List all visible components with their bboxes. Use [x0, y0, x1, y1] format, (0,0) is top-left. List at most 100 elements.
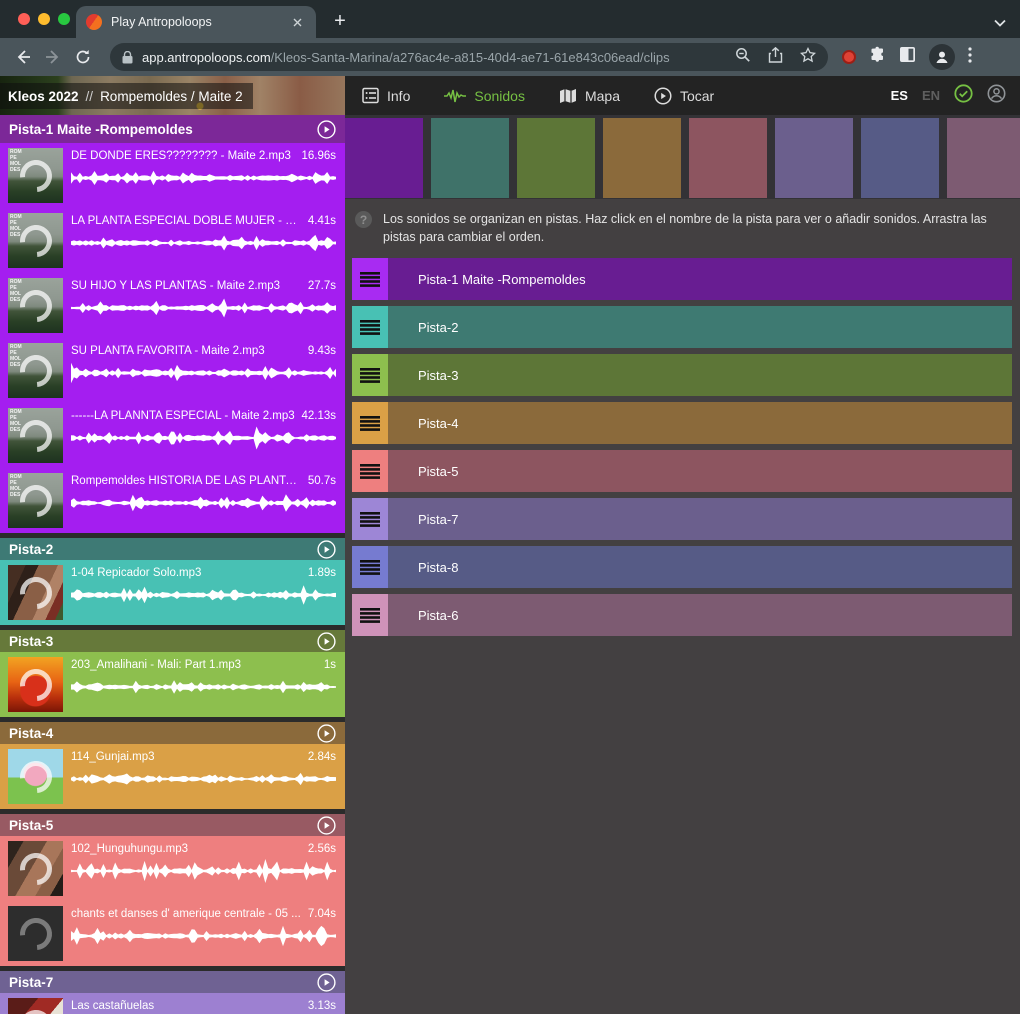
- bookmark-star-icon[interactable]: [800, 47, 816, 68]
- track-drag-handle[interactable]: [352, 594, 388, 636]
- track-drag-handle[interactable]: [352, 450, 388, 492]
- track-row-bar[interactable]: Pista-3: [388, 354, 1012, 396]
- url-bar[interactable]: app.antropoloops.com/Kleos-Santa-Marina/…: [110, 43, 828, 71]
- clip-thumbnail[interactable]: ROM PE MOL DES: [8, 343, 63, 398]
- clip-waveform[interactable]: [71, 674, 336, 700]
- track-play-button[interactable]: [317, 816, 336, 835]
- minimize-window-button[interactable]: [38, 13, 50, 25]
- tab-close-icon[interactable]: [289, 14, 306, 31]
- lang-es-button[interactable]: ES: [891, 88, 908, 103]
- clip-thumbnail[interactable]: [8, 749, 63, 804]
- clip-thumbnail[interactable]: [8, 841, 63, 896]
- clip-thumbnail[interactable]: [8, 906, 63, 961]
- clip-waveform[interactable]: [71, 858, 336, 884]
- clip-waveform[interactable]: [71, 582, 336, 608]
- track-row[interactable]: Pista-5: [352, 450, 1012, 492]
- browser-profile-avatar[interactable]: [929, 44, 955, 70]
- clip-item[interactable]: ROM PE MOL DESSU HIJO Y LAS PLANTAS - Ma…: [0, 273, 345, 338]
- lock-icon[interactable]: [122, 51, 133, 64]
- track-play-button[interactable]: [317, 632, 336, 651]
- track-header[interactable]: Pista-5: [0, 814, 345, 836]
- clip-waveform[interactable]: [71, 165, 336, 191]
- browser-tab[interactable]: Play Antropoloops: [76, 6, 316, 38]
- clip-thumbnail[interactable]: ROM PE MOL DES: [8, 148, 63, 203]
- lang-en-button[interactable]: EN: [922, 88, 940, 103]
- clip-item[interactable]: ROM PE MOL DESSU PLANTA FAVORITA - Maite…: [0, 338, 345, 403]
- clip-thumbnail[interactable]: [8, 998, 63, 1014]
- breadcrumb[interactable]: Kleos 2022 // Rompemoldes / Maite 2: [0, 83, 253, 109]
- clip-waveform[interactable]: [71, 230, 336, 256]
- clip-thumbnail[interactable]: [8, 657, 63, 712]
- extensions-puzzle-icon[interactable]: [869, 46, 886, 68]
- track-header[interactable]: Pista-2: [0, 538, 345, 560]
- clip-item[interactable]: 203_Amalihani - Mali: Part 1.mp31s: [0, 652, 345, 717]
- clip-item[interactable]: ROM PE MOL DESLA PLANTA ESPECIAL DOBLE M…: [0, 208, 345, 273]
- clip-item[interactable]: chants et danses d' amerique centrale - …: [0, 901, 345, 966]
- track-drag-handle[interactable]: [352, 354, 388, 396]
- forward-button[interactable]: [38, 42, 68, 72]
- close-window-button[interactable]: [18, 13, 30, 25]
- track-row-bar[interactable]: Pista-7: [388, 498, 1012, 540]
- track-row-bar[interactable]: Pista-4: [388, 402, 1012, 444]
- clip-waveform[interactable]: [71, 923, 336, 949]
- clip-thumbnail[interactable]: ROM PE MOL DES: [8, 213, 63, 268]
- sync-check-icon[interactable]: [954, 84, 973, 108]
- account-icon[interactable]: [987, 84, 1006, 108]
- track-row[interactable]: Pista-3: [352, 354, 1012, 396]
- track-header[interactable]: Pista-7: [0, 971, 345, 993]
- track-row-bar[interactable]: Pista-5: [388, 450, 1012, 492]
- clip-waveform[interactable]: [71, 425, 336, 451]
- track-row-bar[interactable]: Pista-8: [388, 546, 1012, 588]
- side-panel-icon[interactable]: [899, 46, 916, 68]
- breadcrumb-project[interactable]: Kleos 2022: [8, 89, 79, 104]
- clip-item[interactable]: ROM PE MOL DES------LA PLANNTA ESPECIAL …: [0, 403, 345, 468]
- track-play-button[interactable]: [317, 973, 336, 992]
- record-extension-icon[interactable]: [842, 50, 856, 64]
- track-row[interactable]: Pista-4: [352, 402, 1012, 444]
- track-drag-handle[interactable]: [352, 402, 388, 444]
- nav-tab-info[interactable]: Info: [362, 87, 410, 104]
- tab-search-chevron-icon[interactable]: [994, 14, 1006, 32]
- track-play-button[interactable]: [317, 120, 336, 139]
- browser-menu-kebab-icon[interactable]: [968, 47, 972, 68]
- back-button[interactable]: [8, 42, 38, 72]
- clip-waveform[interactable]: [71, 295, 336, 321]
- share-icon[interactable]: [768, 47, 783, 68]
- clip-waveform[interactable]: [71, 766, 336, 792]
- clip-item[interactable]: ROM PE MOL DESDE DONDE ERES???????? - Ma…: [0, 143, 345, 208]
- clip-item[interactable]: 1-04 Repicador Solo.mp31.89s: [0, 560, 345, 625]
- clip-item[interactable]: ROM PE MOL DESRompemoldes HISTORIA DE LA…: [0, 468, 345, 533]
- track-row[interactable]: Pista-7: [352, 498, 1012, 540]
- track-drag-handle[interactable]: [352, 258, 388, 300]
- track-row[interactable]: Pista-8: [352, 546, 1012, 588]
- track-drag-handle[interactable]: [352, 498, 388, 540]
- track-row-bar[interactable]: Pista-6: [388, 594, 1012, 636]
- new-tab-button[interactable]: +: [328, 10, 352, 34]
- clip-item[interactable]: 114_Gunjai.mp32.84s: [0, 744, 345, 809]
- reload-button[interactable]: [68, 42, 98, 72]
- track-row[interactable]: Pista-2: [352, 306, 1012, 348]
- clip-thumbnail[interactable]: [8, 565, 63, 620]
- track-row[interactable]: Pista-1 Maite -Rompemoldes: [352, 258, 1012, 300]
- zoom-window-button[interactable]: [58, 13, 70, 25]
- track-play-button[interactable]: [317, 540, 336, 559]
- track-play-button[interactable]: [317, 724, 336, 743]
- track-drag-handle[interactable]: [352, 306, 388, 348]
- clip-item[interactable]: Las castañuelas3.13s: [0, 993, 345, 1014]
- clip-item[interactable]: 102_Hunguhungu.mp32.56s: [0, 836, 345, 901]
- nav-tab-tocar[interactable]: Tocar: [654, 87, 714, 105]
- track-row-bar[interactable]: Pista-1 Maite -Rompemoldes: [388, 258, 1012, 300]
- nav-tab-sonidos[interactable]: Sonidos: [444, 88, 525, 104]
- clip-thumbnail[interactable]: ROM PE MOL DES: [8, 278, 63, 333]
- clip-waveform[interactable]: [71, 490, 336, 516]
- track-row[interactable]: Pista-6: [352, 594, 1012, 636]
- track-header[interactable]: Pista-1 Maite -Rompemoldes: [0, 115, 345, 143]
- clip-waveform[interactable]: [71, 360, 336, 386]
- zoom-page-icon[interactable]: [735, 47, 751, 68]
- track-drag-handle[interactable]: [352, 546, 388, 588]
- track-header[interactable]: Pista-3: [0, 630, 345, 652]
- clip-thumbnail[interactable]: ROM PE MOL DES: [8, 408, 63, 463]
- nav-tab-mapa[interactable]: Mapa: [559, 88, 620, 104]
- track-header[interactable]: Pista-4: [0, 722, 345, 744]
- track-row-bar[interactable]: Pista-2: [388, 306, 1012, 348]
